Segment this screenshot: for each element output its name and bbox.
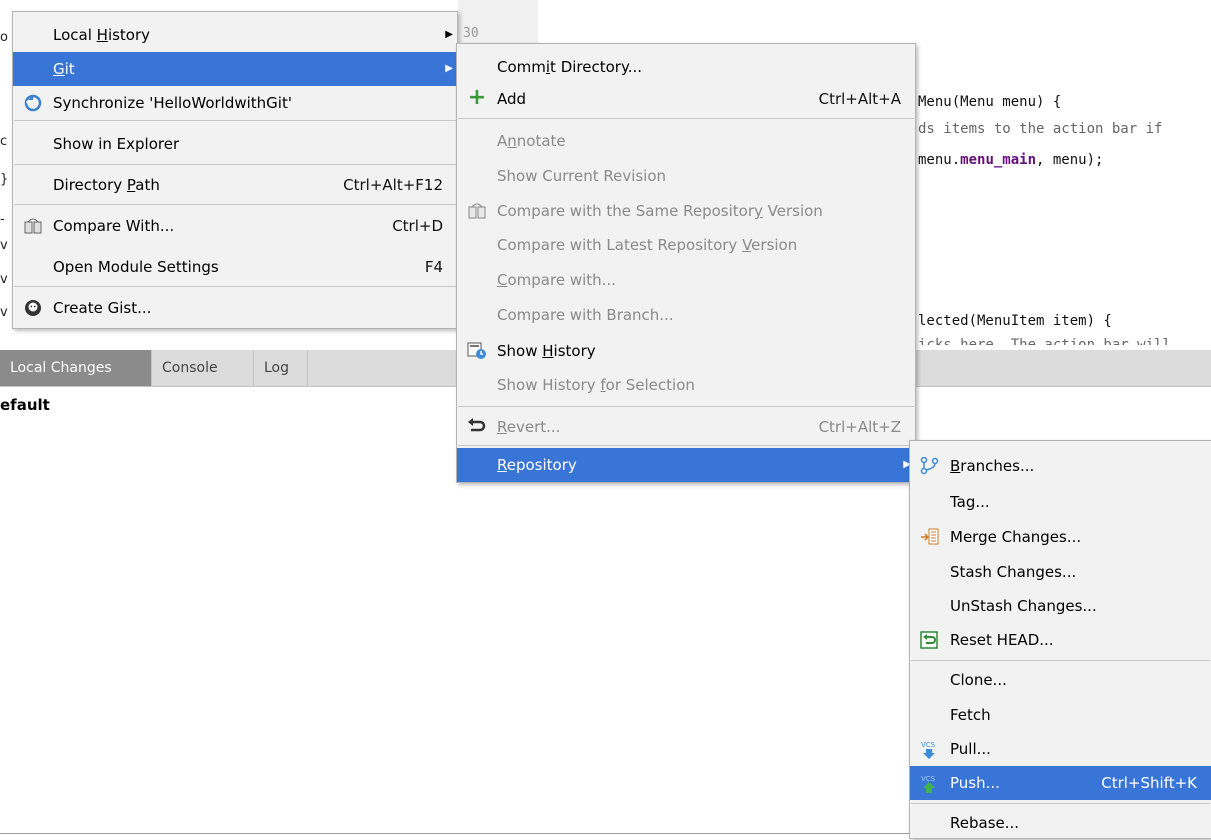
code-line: menu.menu_main, menu); [918,152,1104,168]
menu-item-local-history[interactable]: Local History ▶ [13,18,457,52]
menu-separator [911,660,1210,661]
github-icon [23,299,43,317]
code-line: ds items to the action bar if [918,121,1163,137]
reset-icon [920,631,940,649]
menu-item-clone[interactable]: Clone... [910,663,1211,697]
menu-separator [14,120,456,121]
left-char: v [0,238,8,253]
menu-item-compare-with-branch[interactable]: Compare with Branch... [457,298,915,332]
menu-item-rebase[interactable]: Rebase... [910,806,1211,840]
tab-log[interactable]: Log [254,350,308,386]
menu-item-show-in-explorer[interactable]: Show in Explorer [13,127,457,161]
menu-item-compare-with[interactable]: Compare With... Ctrl+D [13,209,457,243]
merge-icon [920,528,940,546]
menu-separator [458,406,914,407]
plus-icon: + [467,85,487,110]
menu-item-push[interactable]: VCS Push... Ctrl+Shift+K [910,766,1211,800]
menu-item-unstash-changes[interactable]: UnStash Changes... [910,589,1211,623]
menu-item-show-history[interactable]: Show History [457,334,915,368]
left-char: v [0,305,8,320]
compare-icon [23,217,43,235]
menu-item-stash-changes[interactable]: Stash Changes... [910,555,1211,589]
menu-item-annotate[interactable]: Annotate [457,124,915,158]
left-char: v [0,272,8,287]
git-submenu: Commit Directory... + Add Ctrl+Alt+A Ann… [456,43,916,483]
changelist-label: efault [0,396,50,414]
menu-item-merge-changes[interactable]: Merge Changes... [910,520,1211,554]
menu-separator [14,204,456,205]
code-line: icks here. The action bar will [918,337,1171,345]
svg-text:VCS: VCS [921,741,936,749]
menu-item-compare-with[interactable]: Compare with... [457,263,915,297]
menu-item-repository[interactable]: Repository ▶ [457,448,915,482]
left-char: - [0,212,5,227]
menu-item-commit-directory[interactable]: Commit Directory... [457,50,915,84]
menu-item-revert[interactable]: Revert... Ctrl+Alt+Z [457,410,915,444]
submenu-arrow-icon: ▶ [445,29,453,40]
menu-item-synchronize[interactable]: Synchronize 'HelloWorldwithGit' [13,86,457,120]
context-menu: Local History ▶ Git ▶ Synchronize 'Hello… [12,11,458,329]
menu-item-create-gist[interactable]: Create Gist... [13,291,457,325]
vcs-push-icon: VCS [920,774,940,793]
menu-separator [911,803,1210,804]
tab-console[interactable]: Console [152,350,254,386]
menu-item-compare-latest-repo[interactable]: Compare with Latest Repository Version [457,228,915,262]
menu-item-show-history-selection[interactable]: Show History for Selection [457,368,915,402]
tab-local-changes[interactable]: Local Changes [0,350,152,386]
svg-text:VCS: VCS [921,775,936,783]
repository-submenu: Branches... Tag... Merge Changes... Stas… [909,440,1211,839]
code-line: Menu(Menu menu) { [918,94,1062,110]
menu-separator [14,286,456,287]
code-line: lected(MenuItem item) { [918,313,1112,329]
left-char: c [0,134,8,149]
menu-separator [458,118,914,119]
menu-item-compare-same-repo[interactable]: Compare with the Same Repository Version [457,194,915,228]
menu-item-tag[interactable]: Tag... [910,485,1211,519]
menu-item-directory-path[interactable]: Directory Path Ctrl+Alt+F12 [13,168,457,202]
menu-item-show-current-revision[interactable]: Show Current Revision [457,159,915,193]
history-icon [467,342,487,360]
menu-separator [458,445,914,446]
branch-icon [920,456,940,475]
vcs-pull-icon: VCS [920,740,940,759]
menu-item-open-module-settings[interactable]: Open Module Settings F4 [13,250,457,284]
left-char: } [0,172,9,187]
menu-item-fetch[interactable]: Fetch [910,698,1211,732]
left-char: o [0,30,8,45]
menu-item-pull[interactable]: VCS Pull... [910,732,1211,766]
compare-icon [467,202,487,220]
submenu-arrow-icon: ▶ [445,63,453,74]
sync-icon [23,94,43,112]
menu-item-branches[interactable]: Branches... [910,449,1211,483]
menu-item-add[interactable]: + Add Ctrl+Alt+A [457,82,915,116]
line-number: 30 [463,26,479,41]
menu-item-reset-head[interactable]: Reset HEAD... [910,623,1211,657]
menu-separator [14,164,456,165]
menu-item-git[interactable]: Git ▶ [13,52,457,86]
revert-icon [467,418,487,436]
